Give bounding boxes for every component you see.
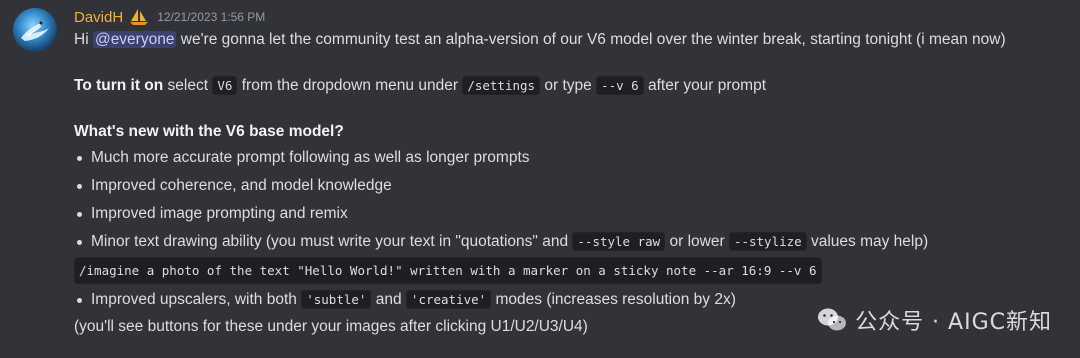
inline-code-stylize: --stylize [728, 232, 807, 251]
inline-code-v6: V6 [212, 76, 238, 95]
sailboat-icon[interactable] [129, 8, 149, 26]
turn-on-bold: To turn it on [74, 77, 164, 94]
inline-code-imagine: /imagine a photo of the text "Hello Worl… [74, 257, 822, 284]
turn-on-text: select [163, 77, 213, 94]
feature-list: Much more accurate prompt following as w… [74, 146, 1074, 253]
inline-code-subtle: 'subtle' [301, 290, 372, 309]
timestamp: 12/21/2023 1:56 PM [157, 10, 266, 24]
bullet-text: values may help) [806, 233, 929, 250]
list-item: Much more accurate prompt following as w… [77, 146, 1074, 169]
turn-on-line: To turn it on select V6 from the dropdow… [74, 74, 1074, 97]
whats-new-heading: What's new with the V6 base model? [74, 123, 344, 140]
turn-on-text: or type [540, 77, 597, 94]
everyone-mention[interactable]: @everyone [92, 31, 177, 48]
list-item: Minor text drawing ability (you must wri… [77, 230, 1074, 253]
inline-code-style-raw: --style raw [572, 232, 666, 251]
username[interactable]: DavidH [74, 9, 123, 26]
list-item: Improved image prompting and remix [77, 202, 1074, 225]
inline-code-settings: /settings [462, 76, 541, 95]
intro-suffix: we're gonna let the community test an al… [176, 31, 1006, 48]
inline-code-creative: 'creative' [405, 290, 492, 309]
list-item: Improved coherence, and model knowledge [77, 174, 1074, 197]
intro-line: Hi @everyone we're gonna let the communi… [74, 28, 1074, 51]
chat-message: DavidH 12/21/2023 1:56 PM Hi @everyone w… [0, 0, 1080, 358]
bullet-text: modes (increases resolution by 2x) [491, 291, 736, 308]
message-header: DavidH 12/21/2023 1:56 PM [74, 6, 265, 28]
dragon-avatar-icon [21, 21, 49, 41]
intro-prefix: Hi [74, 31, 93, 48]
watermark: 公众号 · AIGC新知 [817, 304, 1052, 336]
avatar[interactable] [13, 8, 57, 52]
imagine-code-line: /imagine a photo of the text "Hello Worl… [74, 257, 1074, 284]
watermark-text: 公众号 · AIGC新知 [855, 310, 1052, 335]
inline-code-v-flag: --v 6 [596, 76, 644, 95]
message-content: Hi @everyone we're gonna let the communi… [74, 28, 1074, 338]
turn-on-text: from the dropdown menu under [237, 77, 463, 94]
bullet-text: Minor text drawing ability (you must wri… [91, 233, 573, 250]
bullet-text: or lower [665, 233, 729, 250]
turn-on-text: after your prompt [643, 77, 767, 94]
bullet-text: Improved upscalers, with both [91, 291, 302, 308]
bullet-text: and [371, 291, 406, 308]
wechat-icon [818, 308, 847, 331]
